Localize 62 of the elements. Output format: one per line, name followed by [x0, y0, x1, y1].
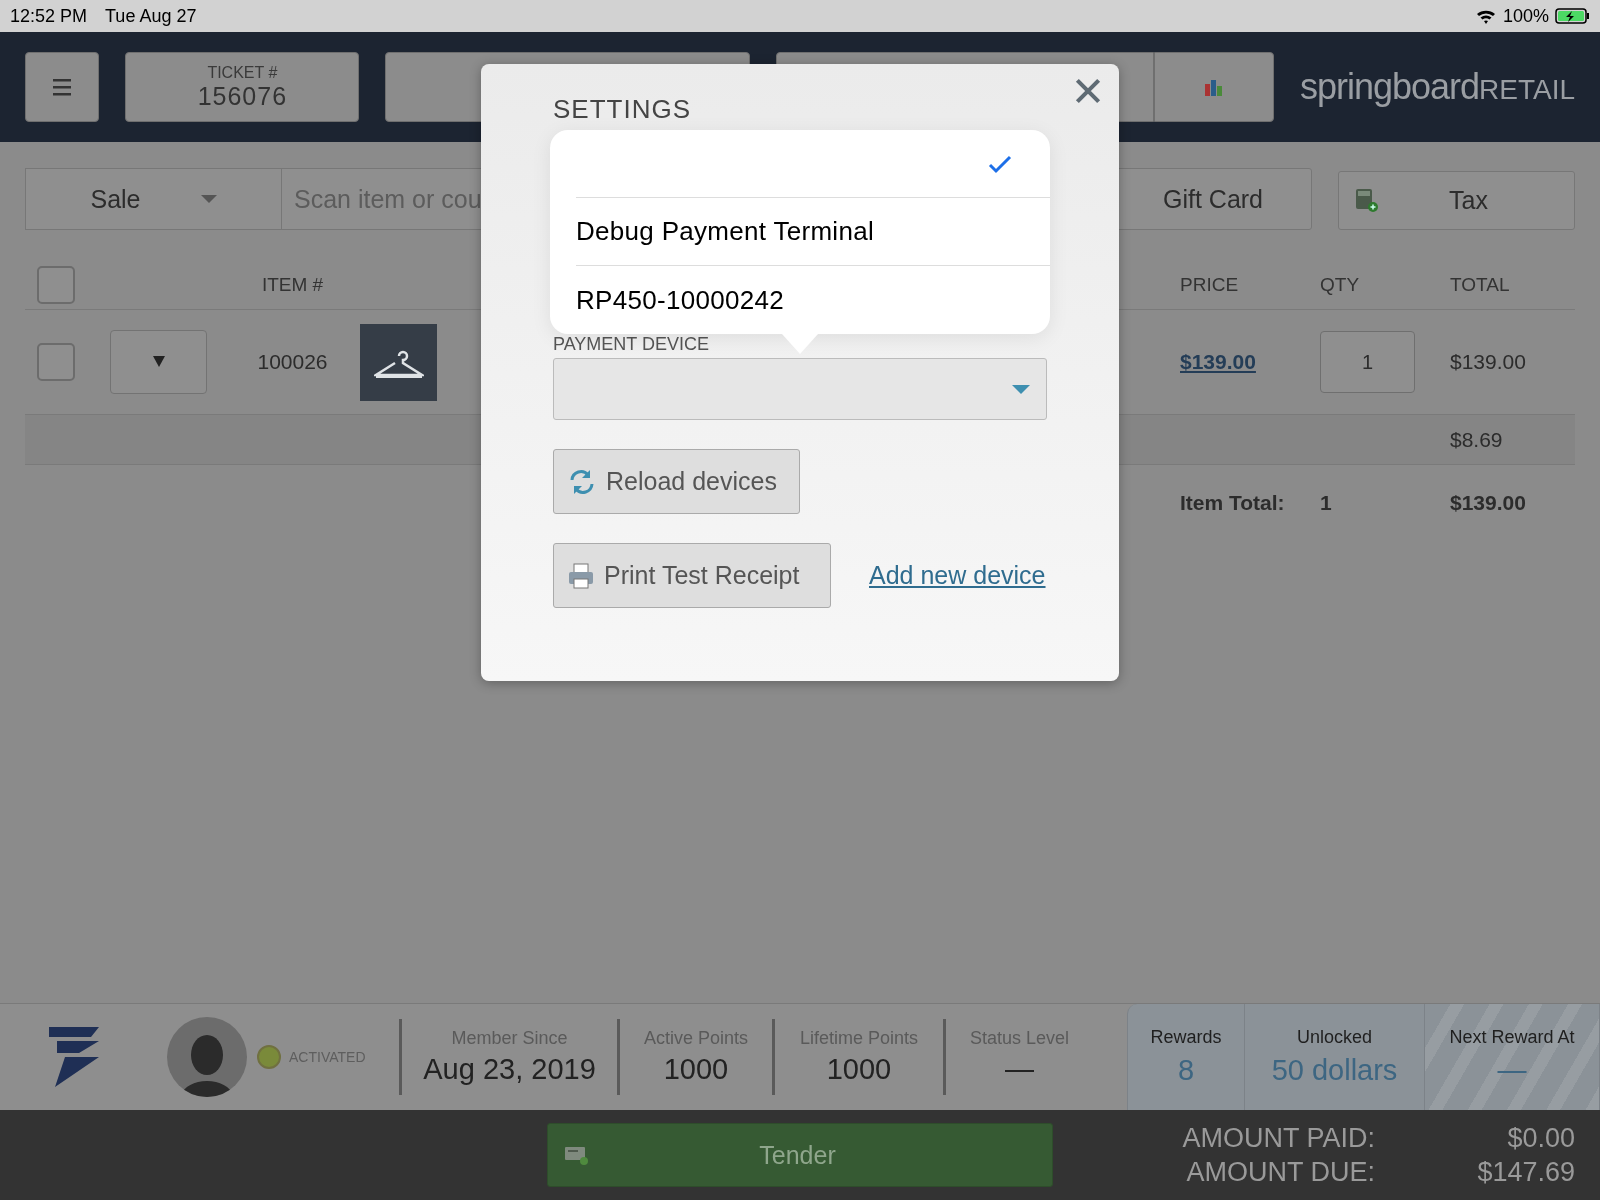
table-cell-text: $139.00 — [1450, 490, 1527, 515]
printer-icon — [568, 562, 594, 589]
register-icon — [564, 1144, 589, 1166]
column-header: PRICE — [1180, 273, 1240, 296]
reload-button[interactable]: Reload devices — [553, 449, 800, 514]
close-icon[interactable] — [1075, 78, 1101, 104]
add-device-link[interactable]: Add new device — [869, 561, 1046, 590]
stat-value: Aug 23, 2019 — [423, 1053, 596, 1086]
dialog-title: SETTINGS — [553, 94, 692, 126]
table-cell-text: $8.69 — [1450, 427, 1504, 452]
menu-option[interactable]: Debug Payment Terminal — [576, 198, 1050, 266]
stat-value: 1000 — [826, 1053, 892, 1086]
reward-value: — — [1497, 1054, 1527, 1087]
reports-button[interactable] — [1153, 52, 1274, 122]
total-label: Item Total: — [1180, 492, 1286, 513]
menu-icon — [53, 78, 72, 96]
brand-logo: springboardRETAIL — [1299, 66, 1575, 108]
reward-value: 8 — [1177, 1054, 1195, 1087]
amount-label: AMOUNT PAID: — [1182, 1122, 1375, 1155]
amount-value: $147.69 — [1476, 1156, 1575, 1189]
ticket-label: TICKET # — [207, 63, 278, 82]
stat-value: — — [1005, 1053, 1034, 1086]
tender-button[interactable]: Tender — [547, 1123, 1053, 1187]
reward-value: 50 dollars — [1271, 1054, 1398, 1087]
date-text: Tue Aug 27 — [105, 5, 197, 27]
reward-label: Unlocked — [1296, 1027, 1372, 1048]
refresh-icon — [568, 467, 596, 496]
status-dot — [257, 1045, 281, 1069]
checkmark-icon — [988, 153, 1012, 174]
brand-mark-icon — [48, 1027, 99, 1087]
menu-option[interactable]: RP450-10000242 — [576, 266, 1050, 334]
stat-value: 1000 — [663, 1053, 729, 1086]
print-receipt-button[interactable]: Print Test Receipt — [553, 543, 831, 608]
column-header: TOTAL — [1450, 273, 1511, 296]
table-cell-text: $139.00 — [1450, 350, 1527, 374]
row-checkbox[interactable] — [37, 343, 75, 381]
caret-icon — [200, 195, 217, 203]
field-label: PAYMENT DEVICE — [553, 334, 711, 355]
table-cell-text: 1 — [1320, 490, 1333, 515]
sale-dropdown[interactable]: Sale — [25, 168, 282, 230]
table-cell-text: 100026 — [256, 350, 329, 374]
column-header: ITEM # — [260, 273, 325, 296]
tax-button[interactable]: Tax — [1338, 171, 1575, 230]
ticket-number: 156076 — [197, 81, 288, 111]
quantity-field[interactable]: 1 — [1320, 331, 1415, 393]
bar-chart-icon — [1205, 78, 1223, 96]
calculator-icon — [1355, 188, 1379, 213]
amount-value: $0.00 — [1506, 1122, 1575, 1155]
battery-percent: 100% — [1502, 5, 1549, 27]
select-all-checkbox[interactable] — [37, 265, 75, 304]
device-dropdown[interactable] — [553, 358, 1047, 420]
clock-time: 12:52 PM — [10, 5, 88, 27]
menu-button[interactable] — [25, 52, 100, 122]
caret-icon — [1012, 384, 1030, 394]
reward-label: Rewards — [1150, 1027, 1222, 1048]
amount-label: AMOUNT DUE: — [1185, 1156, 1375, 1189]
price-link[interactable]: $139.00 — [1180, 350, 1256, 373]
battery-icon — [1555, 8, 1590, 24]
down-triangle-icon — [152, 356, 165, 367]
row-menu-button[interactable] — [110, 330, 207, 394]
reward-label: Next Reward At — [1449, 1027, 1575, 1048]
column-header: QTY — [1320, 273, 1361, 296]
